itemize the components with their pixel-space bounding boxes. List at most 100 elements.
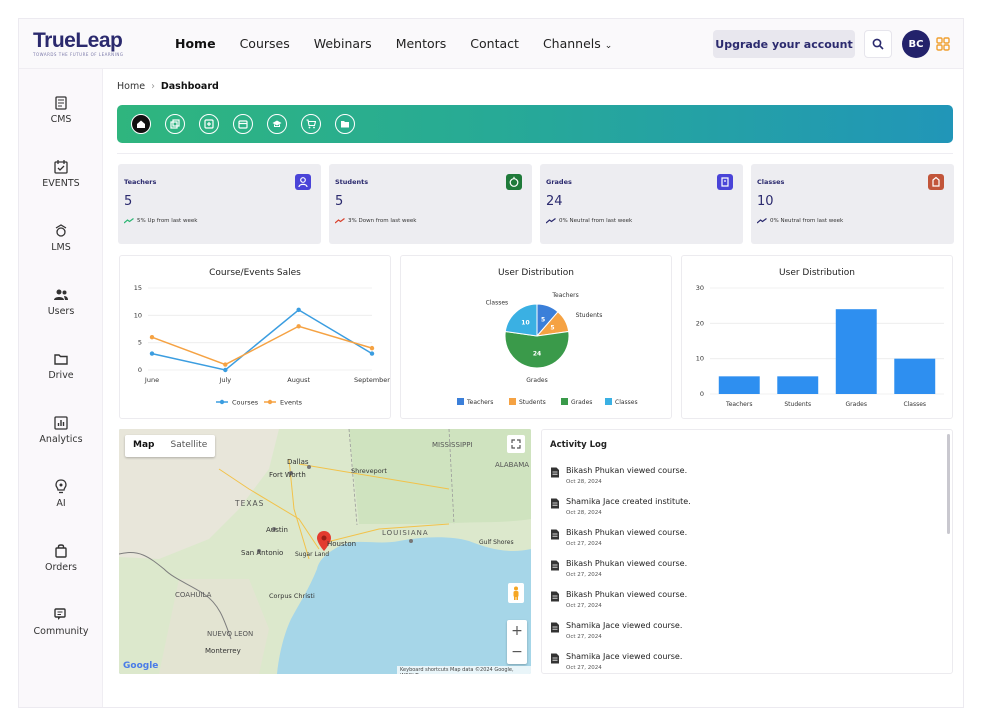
sidebar-item-users[interactable]: Users [19,287,103,317]
nav-contact[interactable]: Contact [470,36,519,51]
sidebar-item-community[interactable]: Community [19,607,103,637]
tab-cart[interactable] [301,114,321,134]
tab-add[interactable] [199,114,219,134]
legend-swatch [561,398,568,405]
x-tick-label: Students [784,401,811,408]
activity-log-panel[interactable]: Activity Log Bikash Phukan viewed course… [541,429,953,674]
stat-value: 24 [546,194,563,209]
upgrade-button[interactable]: Upgrade your account [713,30,855,58]
graduation-cap-icon [272,120,282,127]
tab-courses[interactable] [165,114,185,134]
activity-text: Shamika Jace viewed course. [566,652,683,661]
sidebar-item-label: LMS [51,242,71,253]
nav-home[interactable]: Home [175,36,216,51]
stat-value: 10 [757,194,774,209]
brand-logo[interactable]: TrueLeap TOWARDS THE FUTURE OF LEARNING [33,29,123,57]
legend-swatch [509,398,516,405]
sidebar-item-analytics[interactable]: Analytics [19,415,103,445]
activity-date: Oct 27, 2024 [566,541,602,547]
sidebar-item-cms[interactable]: CMS [19,95,103,125]
map-attribution[interactable]: Keyboard shortcuts Map data ©2024 Google… [397,666,531,674]
sidebar-item-label: Community [33,626,89,637]
scrollbar[interactable] [947,434,950,534]
nav-mentors[interactable]: Mentors [396,36,447,51]
street-view-button[interactable] [508,583,524,603]
activity-log-title: Activity Log [550,440,607,450]
chart-card-distribution-pie: User Distribution 5 Teachers 5 Students 24 Gr… [400,255,672,419]
map-label: Corpus Christi [269,592,315,600]
map-label: Houston [327,540,357,548]
nav-channels-label: Channels [542,36,601,51]
sidebar-item-orders[interactable]: Orders [19,543,103,573]
legend-marker [267,399,273,405]
nav-webinars[interactable]: Webinars [314,36,372,51]
apps-grid-icon[interactable] [936,36,950,55]
nav-courses[interactable]: Courses [240,36,290,51]
pie-chart: 5 Teachers 5 Students 24 Grades 10 Classes Teach… [457,292,638,406]
slice-value-label: 10 [521,320,529,327]
map-label: Monterrey [205,647,241,655]
activity-text: Bikash Phukan viewed course. [566,528,688,537]
stat-trend-text: 0% Neutral from last week [559,218,633,224]
data-point [149,351,155,356]
map-widget[interactable]: Map Satellite + − MISSISSIPPI ALABAMA Da… [119,429,531,674]
zoom-out-button[interactable]: − [507,642,527,664]
stat-label: Classes [757,178,785,186]
data-point [223,367,228,373]
bar-chart: 0 10 20 30 Teachers Students Grades Classes [696,284,944,408]
y-tick-label: 30 [696,284,704,292]
stat-card-teachers: Teachers 5 5% Up from last week [118,164,321,244]
breadcrumb-home[interactable]: Home [117,81,145,92]
tab-education[interactable] [267,114,287,134]
stat-trend: 5% Up from last week [124,218,197,224]
series-line-courses [151,308,373,371]
student-icon [506,174,522,190]
sidebar-item-events[interactable]: EVENTS [19,159,103,189]
map-label: MISSISSIPPI [432,441,473,449]
slice-value-label: 5 [550,325,554,332]
nav-channels[interactable]: Channels ⌄ [543,36,612,51]
google-logo: Google [123,661,159,671]
tab-calendar[interactable] [233,114,253,134]
ai-icon [55,479,67,494]
logo-text: TrueLeap [33,29,123,52]
search-button[interactable] [864,30,892,58]
map-tab[interactable]: Map [125,435,162,457]
sidebar-item-label: AI [56,498,66,509]
activity-date: Oct 28, 2024 [566,479,602,485]
zoom-controls: + − [507,620,527,664]
search-icon [872,38,884,50]
users-icon [54,289,68,300]
satellite-tab[interactable]: Satellite [162,435,215,457]
slice-category-label: Teachers [551,292,578,299]
breadcrumb: Home › Dashboard [117,81,219,92]
bar-grades [835,309,877,394]
chat-icon [54,608,66,620]
activity-text: Shamika Jace created institute. [566,497,691,506]
sidebar-item-label: Orders [45,562,77,573]
copy-icon [170,119,180,129]
map-label: NUEVO LEON [207,630,254,638]
add-square-icon [204,119,214,129]
x-tick-label: Classes [903,401,926,408]
tab-folder[interactable] [335,114,355,134]
chevron-right-icon: › [151,81,155,92]
map-label: Shreveport [351,467,387,475]
module-tab-bar [117,105,953,143]
stat-label: Grades [546,178,572,186]
tab-home[interactable] [131,114,151,134]
activity-date: Oct 27, 2024 [566,572,602,578]
document-icon [551,467,559,478]
stat-trend: 0% Neutral from last week [546,218,632,224]
zoom-in-button[interactable]: + [507,620,527,642]
main-nav: Home Courses Webinars Mentors Contact Ch… [175,36,612,51]
x-tick-label: September [354,376,390,384]
cms-icon [55,96,67,110]
data-point [369,351,375,356]
fullscreen-button[interactable] [507,435,525,453]
sidebar-item-drive[interactable]: Drive [19,351,103,381]
sidebar-item-ai[interactable]: AI [19,479,103,509]
sidebar-item-lms[interactable]: LMS [19,223,103,253]
user-avatar[interactable]: BC [902,30,930,58]
document-icon [551,529,559,540]
